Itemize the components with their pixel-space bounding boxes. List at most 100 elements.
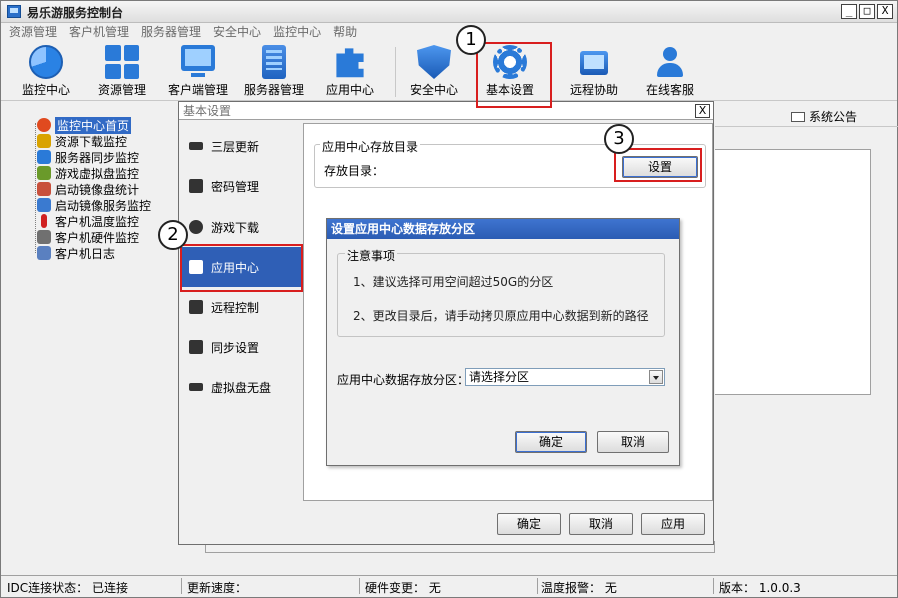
- nav-label: 三层更新: [211, 139, 260, 154]
- dialog-close-button[interactable]: X: [695, 104, 710, 118]
- window-title: 易乐游服务控制台: [27, 6, 124, 20]
- settings-nav: 三层更新 密码管理 游戏下载 应用中心 远程控制 同步设置 虚拟盘无盘: [179, 121, 303, 501]
- nav-password[interactable]: 密码管理: [181, 166, 301, 206]
- menu-security[interactable]: 安全中心: [213, 23, 261, 41]
- partition-ok-button[interactable]: 确定: [515, 431, 587, 453]
- monitor-tree: 监控中心首页 资源下载监控 服务器同步监控 游戏虚拟盘监控 启动镜像盘统计 启动…: [31, 116, 151, 261]
- status-separator: [181, 578, 182, 594]
- right-content-pane: [715, 149, 871, 395]
- sync-icon: [37, 150, 51, 164]
- tree-item-boot-image-stats[interactable]: 启动镜像盘统计: [31, 181, 151, 197]
- nav-diskless[interactable]: 虚拟盘无盘: [181, 367, 301, 407]
- status-idc: IDC连接状态： 已连接: [7, 581, 128, 595]
- nav-label: 虚拟盘无盘: [211, 380, 272, 395]
- tree-item-virtual-disk[interactable]: 游戏虚拟盘监控: [31, 165, 151, 181]
- chevron-down-icon[interactable]: [649, 370, 663, 384]
- nav-sync-settings[interactable]: 同步设置: [181, 327, 301, 367]
- menu-clients[interactable]: 客户机管理: [69, 23, 129, 41]
- hardware-icon: [37, 230, 51, 244]
- nav-game-download[interactable]: 游戏下载: [181, 207, 301, 247]
- tree-item-label: 启动镜像盘统计: [55, 182, 140, 197]
- partition-select-value: 请选择分区: [469, 370, 530, 384]
- monitor-icon: [189, 300, 203, 314]
- tree-item-download-monitor[interactable]: 资源下载监控: [31, 133, 151, 149]
- toolbar-client-management[interactable]: 客户端管理: [163, 45, 233, 98]
- toolbar-label: 安全中心: [409, 83, 458, 97]
- highlight-basic-settings: [476, 42, 552, 108]
- grid-icon: [105, 45, 139, 79]
- group-title: 应用中心存放目录: [320, 138, 421, 155]
- dialog-ok-button[interactable]: 确定: [497, 513, 561, 535]
- status-version: 版本： 1.0.0.3: [719, 581, 801, 595]
- drive-icon: [189, 383, 203, 391]
- status-separator: [359, 578, 360, 594]
- toolbar-resource-management[interactable]: 资源管理: [87, 45, 157, 98]
- maximize-button[interactable]: □: [859, 4, 875, 19]
- status-temperature: 温度报警： 无: [541, 581, 617, 595]
- tree-item-server-sync[interactable]: 服务器同步监控: [31, 149, 151, 165]
- puzzle-icon: [336, 48, 364, 78]
- dialog-apply-button[interactable]: 应用: [641, 513, 705, 535]
- step-marker-2: 2: [158, 220, 188, 250]
- tree-item-boot-image-service[interactable]: 启动镜像服务监控: [31, 197, 151, 213]
- nav-remote-control[interactable]: 远程控制: [181, 287, 301, 327]
- tree-item-label: 客户机温度监控: [55, 214, 140, 229]
- network-icon: [37, 198, 51, 212]
- pie-chart-icon: [29, 45, 63, 79]
- shield-icon: [417, 45, 451, 79]
- partition-label: 应用中心数据存放分区：: [337, 373, 470, 387]
- tree-item-monitor-home[interactable]: 监控中心首页: [31, 116, 151, 134]
- toolbar-online-support[interactable]: 在线客服: [635, 45, 705, 98]
- dir-label: 存放目录：: [324, 164, 385, 178]
- partition-dialog-title: 设置应用中心数据存放分区: [327, 219, 679, 239]
- menu-resources[interactable]: 资源管理: [9, 23, 57, 41]
- close-button[interactable]: X: [877, 4, 893, 19]
- step-marker-3: 3: [604, 124, 634, 154]
- pie-chart-icon: [37, 118, 51, 132]
- nav-three-layer-update[interactable]: 三层更新: [181, 126, 301, 166]
- minimize-button[interactable]: _: [841, 4, 857, 19]
- note-line-2: 2、更改目录后，请手动拷贝原应用中心数据到新的路径: [353, 309, 649, 323]
- toolbar-label: 服务器管理: [243, 83, 304, 97]
- toolbar-app-center[interactable]: 应用中心: [315, 45, 385, 98]
- status-hardware: 硬件变更： 无: [365, 581, 441, 595]
- nav-label: 同步设置: [211, 340, 260, 355]
- partition-select[interactable]: 请选择分区: [465, 368, 665, 386]
- tree-item-label: 监控中心首页: [55, 116, 132, 134]
- dialog-cancel-button[interactable]: 取消: [569, 513, 633, 535]
- menu-monitor[interactable]: 监控中心: [273, 23, 321, 41]
- toolbar-security-center[interactable]: 安全中心: [399, 45, 469, 98]
- notice-label: 系统公告: [809, 110, 858, 124]
- tree-item-label: 客户机硬件监控: [55, 230, 140, 245]
- notes-title: 注意事项: [345, 247, 398, 264]
- menu-servers[interactable]: 服务器管理: [141, 23, 201, 41]
- tree-item-label: 服务器同步监控: [55, 150, 140, 165]
- windows-icon: [37, 182, 51, 196]
- download-icon: [189, 220, 203, 234]
- menu-help[interactable]: 帮助: [333, 23, 357, 41]
- user-icon: [653, 45, 687, 79]
- toolbar-label: 在线客服: [645, 83, 694, 97]
- tree-item-temperature[interactable]: 客户机温度监控: [31, 213, 151, 229]
- status-separator: [713, 578, 714, 594]
- app-icon: [7, 5, 21, 18]
- system-notice[interactable]: 系统公告: [791, 108, 857, 125]
- partition-dialog: 设置应用中心数据存放分区 注意事项 1、建议选择可用空间超过50G的分区 2、更…: [326, 218, 680, 466]
- toolbar-monitor-center[interactable]: 监控中心: [11, 45, 81, 98]
- tree-item-label: 资源下载监控: [55, 134, 128, 149]
- menu-bar: 资源管理 客户机管理 服务器管理 安全中心 监控中心 帮助: [1, 23, 357, 41]
- toolbar-server-management[interactable]: 服务器管理: [239, 45, 309, 98]
- nav-label: 密码管理: [211, 179, 260, 194]
- partition-cancel-button[interactable]: 取消: [597, 431, 669, 453]
- notes-group: [337, 253, 665, 337]
- tree-item-hardware[interactable]: 客户机硬件监控: [31, 229, 151, 245]
- toolbar-label: 应用中心: [325, 83, 374, 97]
- tree-item-client-log[interactable]: 客户机日志: [31, 245, 151, 261]
- toolbar-label: 资源管理: [97, 83, 146, 97]
- toolbar-separator: [395, 47, 396, 97]
- highlight-app-center-nav: [180, 244, 303, 292]
- toolbar-remote-assist[interactable]: 远程协助: [559, 45, 629, 98]
- toolbar-label: 监控中心: [21, 83, 70, 97]
- toolbar-label: 客户端管理: [167, 83, 228, 97]
- status-separator: [537, 578, 538, 594]
